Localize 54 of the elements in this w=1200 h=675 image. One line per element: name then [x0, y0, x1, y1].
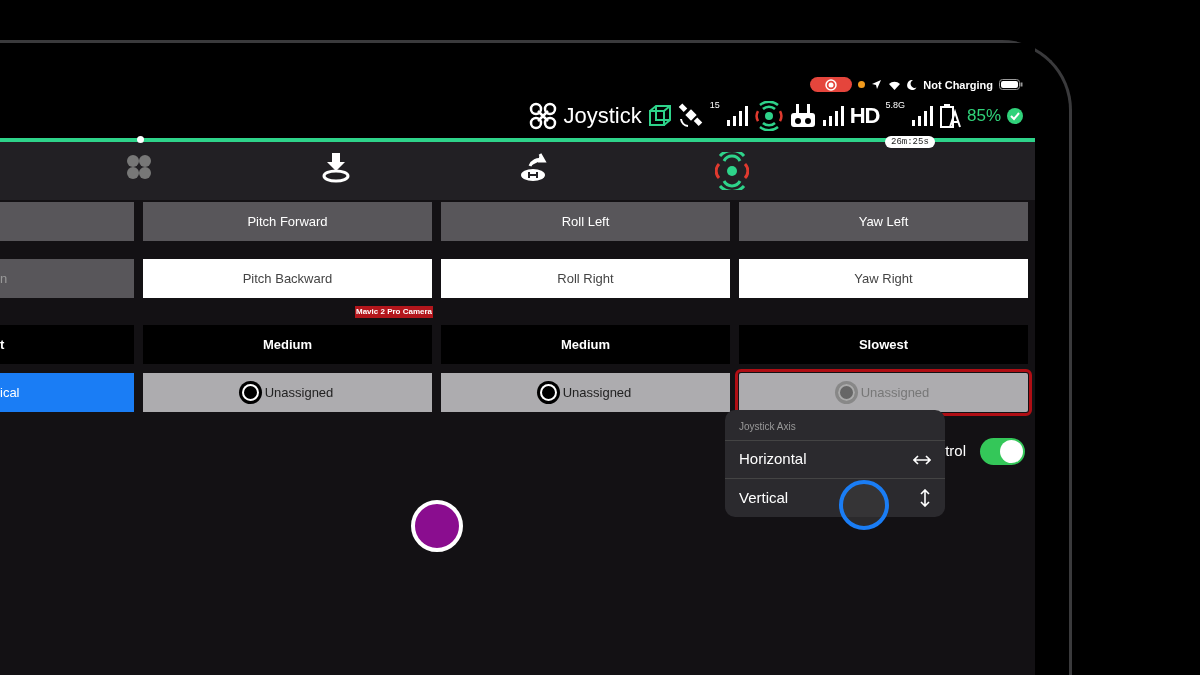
radar-icon[interactable] — [714, 152, 749, 190]
axis-direction-button[interactable]: Pitch Backward — [143, 259, 432, 298]
satellite-count: 15 — [709, 99, 720, 112]
axis-assign-button[interactable]: Unassigned — [441, 373, 730, 412]
horizontal-arrows-icon — [913, 453, 931, 466]
joystick-thumb[interactable] — [411, 500, 463, 552]
timeline-marker[interactable] — [136, 136, 144, 143]
speed-label: t — [0, 325, 134, 364]
drone-icon — [529, 101, 558, 130]
axis-assign-button[interactable]: Unassigned — [143, 373, 432, 412]
battery-percent: 85% — [966, 104, 1001, 127]
axis-direction-button[interactable]: Pitch Forward — [143, 202, 432, 241]
charging-status: Not Charging — [923, 77, 993, 93]
band-label: 5.8G — [885, 99, 905, 112]
check-icon — [1007, 107, 1023, 124]
axis-direction-button[interactable]: Yaw Left — [739, 202, 1028, 241]
axis-direction-button[interactable]: Yaw Right — [739, 259, 1028, 298]
setting-label: trol — [945, 441, 966, 462]
axis-direction-button[interactable]: Roll Right — [441, 259, 730, 298]
speed-label: Medium — [441, 325, 730, 364]
dot-icon — [858, 81, 866, 89]
radio-icon — [539, 384, 557, 401]
battery-icon — [938, 103, 961, 128]
radio-icon — [837, 384, 855, 401]
axis-label: Unassigned — [562, 383, 632, 402]
axis-assign-button[interactable]: ical — [0, 373, 134, 412]
axis-label: Unassigned — [264, 383, 334, 402]
cube-icon — [647, 103, 672, 128]
location-arrow-icon — [871, 79, 883, 91]
menu-item[interactable]: Horizontal — [725, 441, 945, 479]
radio-icon — [241, 384, 259, 401]
speed-label: Slowest — [739, 325, 1028, 364]
menu-item[interactable]: Vertical — [725, 479, 945, 517]
flight-mode: Joystick — [563, 102, 642, 130]
signal-icon — [821, 104, 844, 127]
remote-controller-icon — [789, 102, 816, 129]
video-link-label: HD — [849, 102, 880, 130]
touch-indicator — [839, 480, 889, 530]
radar-icon — [753, 100, 784, 131]
signal-icon — [725, 104, 748, 127]
battery-icon — [999, 79, 1023, 91]
camera-label: Mavic 2 Pro Camera — [355, 305, 434, 318]
axis-label: Unassigned — [860, 383, 930, 402]
signal-icon — [910, 104, 933, 127]
speed-label: Medium — [143, 325, 432, 364]
axis-label: ical — [0, 383, 20, 402]
satellite-icon — [677, 102, 704, 129]
wifi-icon — [888, 79, 902, 90]
axis-direction-button[interactable]: Roll Left — [441, 202, 730, 241]
moon-icon — [907, 79, 918, 91]
flight-time: 26m:25s — [885, 136, 935, 148]
toggle-switch[interactable] — [980, 438, 1025, 465]
menu-title: Joystick Axis — [725, 410, 945, 441]
vertical-arrows-icon — [919, 489, 931, 507]
